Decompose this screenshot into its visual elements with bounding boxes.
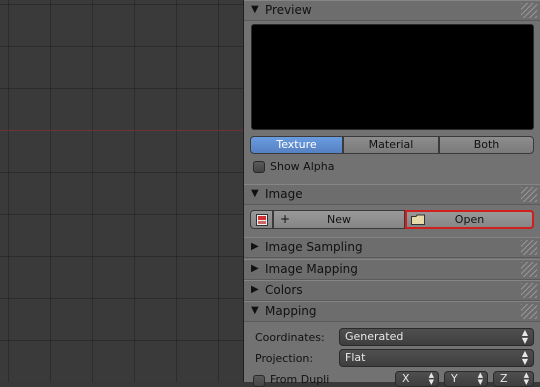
- mapping-panel-header[interactable]: ▼ Mapping: [244, 301, 540, 322]
- image-mapping-title: Image Mapping: [265, 262, 358, 276]
- axis-x-dropdown[interactable]: X ▲ ▼: [395, 371, 439, 387]
- image-browse-button[interactable]: [250, 210, 273, 229]
- folder-icon: [411, 214, 425, 225]
- axis-z-label: Z: [500, 372, 508, 385]
- drag-grip-icon[interactable]: [521, 187, 537, 202]
- from-dupli-checkbox[interactable]: [253, 375, 265, 387]
- expanded-triangle-icon: ▼: [251, 4, 259, 15]
- axis-z-dropdown[interactable]: Z ▲ ▼: [493, 371, 534, 387]
- projection-value: Flat: [345, 351, 366, 364]
- show-alpha-checkbox[interactable]: [253, 161, 265, 173]
- image-panel-title: Image: [265, 187, 303, 201]
- tab-both-label: Both: [473, 138, 500, 151]
- open-image-label: Open: [454, 213, 485, 226]
- x-axis-line: [0, 130, 243, 131]
- tab-texture-label: Texture: [276, 138, 317, 151]
- axis-x-label: X: [402, 372, 410, 385]
- coordinates-label: Coordinates:: [255, 331, 325, 344]
- image-sampling-title: Image Sampling: [265, 240, 363, 254]
- drag-grip-icon[interactable]: [521, 283, 537, 298]
- collapsed-triangle-icon: ▶: [251, 284, 259, 295]
- 3d-viewport[interactable]: [0, 0, 243, 382]
- image-panel-header[interactable]: ▼ Image: [244, 184, 540, 205]
- tab-material[interactable]: Material: [343, 136, 439, 154]
- open-image-button[interactable]: Open: [405, 210, 534, 229]
- expanded-triangle-icon: ▼: [251, 188, 259, 199]
- drag-grip-icon[interactable]: [521, 304, 537, 319]
- updown-arrows-icon: ▲ ▼: [521, 349, 528, 366]
- new-image-label: New: [327, 213, 351, 226]
- coordinates-value: Generated: [345, 330, 404, 343]
- collapsed-triangle-icon: ▶: [251, 263, 259, 274]
- colors-panel-header[interactable]: ▶ Colors: [244, 280, 540, 301]
- tab-texture[interactable]: Texture: [250, 136, 343, 154]
- new-image-button[interactable]: + New: [273, 210, 405, 229]
- collapsed-triangle-icon: ▶: [251, 241, 259, 252]
- preview-panel-header[interactable]: ▼ Preview: [244, 0, 540, 21]
- coordinates-dropdown[interactable]: Generated ▲ ▼: [339, 328, 534, 346]
- from-dupli-label: From Dupli: [270, 373, 330, 386]
- plus-icon: +: [280, 212, 291, 226]
- projection-label: Projection:: [255, 352, 314, 365]
- tab-both[interactable]: Both: [439, 136, 534, 154]
- properties-editor: ▼ Preview Texture Material Both Show Alp…: [244, 0, 540, 387]
- updown-arrows-icon: ▲ ▼: [428, 371, 434, 386]
- updown-arrows-icon: ▲ ▼: [521, 328, 528, 345]
- colors-title: Colors: [265, 283, 303, 297]
- show-alpha-label: Show Alpha: [270, 160, 335, 173]
- drag-grip-icon[interactable]: [521, 3, 537, 18]
- preview-panel-title: Preview: [265, 3, 312, 17]
- mapping-title: Mapping: [265, 304, 317, 318]
- updown-arrows-icon: ▲ ▼: [477, 371, 483, 386]
- updown-arrows-icon: ▲ ▼: [523, 371, 529, 386]
- drag-grip-icon[interactable]: [521, 262, 537, 277]
- projection-dropdown[interactable]: Flat ▲ ▼: [339, 349, 534, 367]
- image-icon: [256, 214, 268, 226]
- drag-grip-icon[interactable]: [521, 240, 537, 255]
- expanded-triangle-icon: ▼: [251, 305, 259, 316]
- texture-preview: [251, 24, 534, 130]
- tab-material-label: Material: [368, 138, 414, 151]
- axis-y-dropdown[interactable]: Y ▲ ▼: [444, 371, 488, 387]
- axis-y-label: Y: [451, 372, 458, 385]
- image-sampling-panel-header[interactable]: ▶ Image Sampling: [244, 237, 540, 258]
- image-mapping-panel-header[interactable]: ▶ Image Mapping: [244, 259, 540, 280]
